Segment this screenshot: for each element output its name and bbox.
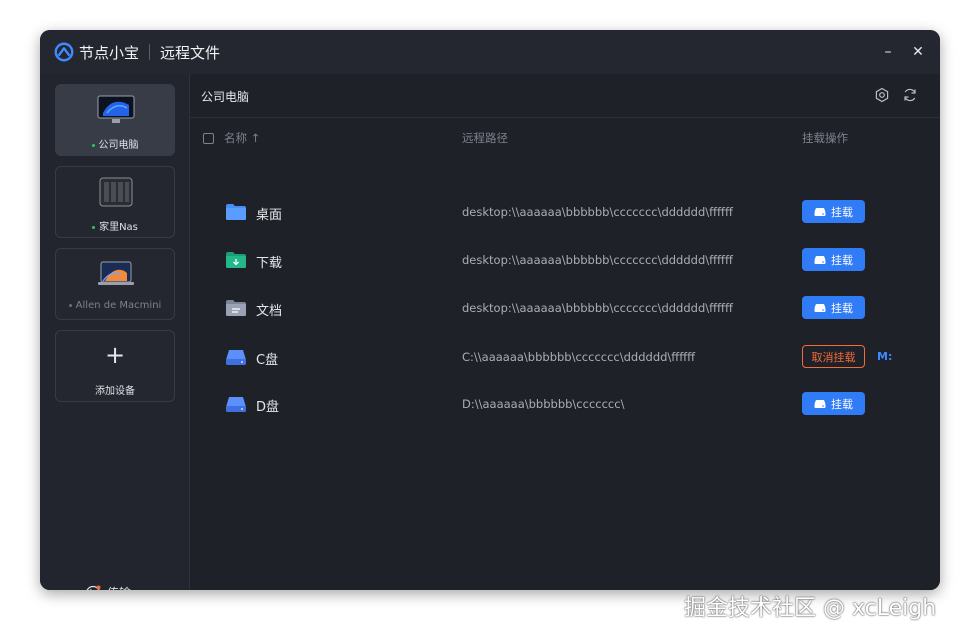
settings-icon[interactable] [874,87,890,103]
row-path: desktop:\\aaaaaa\bbbbbb\ccccccc\dddddd\f… [462,301,733,315]
row-name: 文档 [256,304,283,319]
row-name: 桌面 [256,208,283,223]
column-header-name[interactable]: 名称 ↑ [224,130,260,146]
nas-icon [99,177,133,207]
device-label: 公司电脑 [56,136,174,151]
folder-icon [226,204,246,220]
transfer-label: 传输 [107,584,131,590]
row-name: 下载 [256,256,283,271]
main-panel: 公司电脑 名称 ↑ 远程路径 挂载操作 桌面 desktop:\\aaaaaa\… [190,74,940,590]
watermark: 掘金技术社区 @ xcLeigh [684,596,937,621]
drive-icon [226,350,246,365]
refresh-icon[interactable] [902,87,918,103]
device-label: 家里Nas [56,218,174,233]
monitor-icon [97,95,135,123]
transfer-icon [86,585,101,590]
row-path: desktop:\\aaaaaa\bbbbbb\ccccccc\dddddd\f… [462,253,733,267]
title-divider [149,44,151,60]
download-folder-icon [226,252,246,268]
drive-icon [814,207,826,216]
app-window: 节点小宝 远程文件 – ✕ 公司电脑 家里Nas Allen de Macmin… [40,30,940,590]
table-row[interactable]: 文档 desktop:\\aaaaaa\bbbbbb\ccccccc\ddddd… [190,288,940,328]
row-name: C盘 [256,353,279,368]
mount-button[interactable]: 挂载 [802,248,865,271]
add-device-label: 添加设备 [95,386,135,397]
online-status-dot [92,225,96,229]
device-card-office-pc[interactable]: 公司电脑 [55,84,175,156]
unmount-button[interactable]: 取消挂载 [802,345,865,368]
transfer-button[interactable]: 传输 [85,584,131,590]
device-label: Allen de Macmini [56,300,174,311]
drive-icon [814,399,826,408]
minimize-button[interactable]: – [878,42,898,62]
row-path: C:\\aaaaaa\bbbbbb\ccccccc\dddddd\ffffff [462,350,696,364]
table-row[interactable]: D盘 D:\\aaaaaa\bbbbbb\ccccccc\ 挂载 [190,384,940,424]
document-folder-icon [226,300,246,316]
close-button[interactable]: ✕ [908,42,928,62]
column-header-action: 挂载操作 [802,131,848,145]
select-all-checkbox[interactable] [203,133,214,144]
table-row[interactable]: 下载 desktop:\\aaaaaa\bbbbbb\ccccccc\ddddd… [190,240,940,280]
plus-icon: + [104,341,126,369]
page-title: 远程文件 [160,43,221,62]
title-bar: 节点小宝 远程文件 – ✕ [40,30,940,74]
sidebar: 公司电脑 家里Nas Allen de Macmini + 添加设备 [40,74,190,590]
offline-status-dot [68,303,72,307]
mount-button[interactable]: 挂载 [802,392,865,415]
drive-icon [226,397,246,412]
device-title: 公司电脑 [201,90,250,104]
online-status-dot [91,143,95,147]
column-header-path: 远程路径 [462,131,508,145]
close-icon: ✕ [912,44,924,60]
app-name: 节点小宝 [79,43,140,62]
main-header: 公司电脑 [190,74,940,118]
mounted-drive-letter: M: [877,350,893,363]
device-card-home-nas[interactable]: 家里Nas [55,166,175,238]
drive-icon [814,303,826,312]
add-device-button[interactable]: + 添加设备 [55,330,175,402]
app-logo-icon [54,42,74,62]
laptop-icon [98,261,134,285]
mount-button[interactable]: 挂载 [802,296,865,319]
mount-button[interactable]: 挂载 [802,200,865,223]
table-row[interactable]: C盘 C:\\aaaaaa\bbbbbb\ccccccc\dddddd\ffff… [190,337,940,377]
minimize-icon: – [884,44,892,60]
row-name: D盘 [256,400,280,415]
drive-icon [814,255,826,264]
device-card-macmini[interactable]: Allen de Macmini [55,248,175,320]
row-path: D:\\aaaaaa\bbbbbb\ccccccc\ [462,397,625,411]
table-row[interactable]: 桌面 desktop:\\aaaaaa\bbbbbb\ccccccc\ddddd… [190,192,940,232]
row-path: desktop:\\aaaaaa\bbbbbb\ccccccc\dddddd\f… [462,205,733,219]
